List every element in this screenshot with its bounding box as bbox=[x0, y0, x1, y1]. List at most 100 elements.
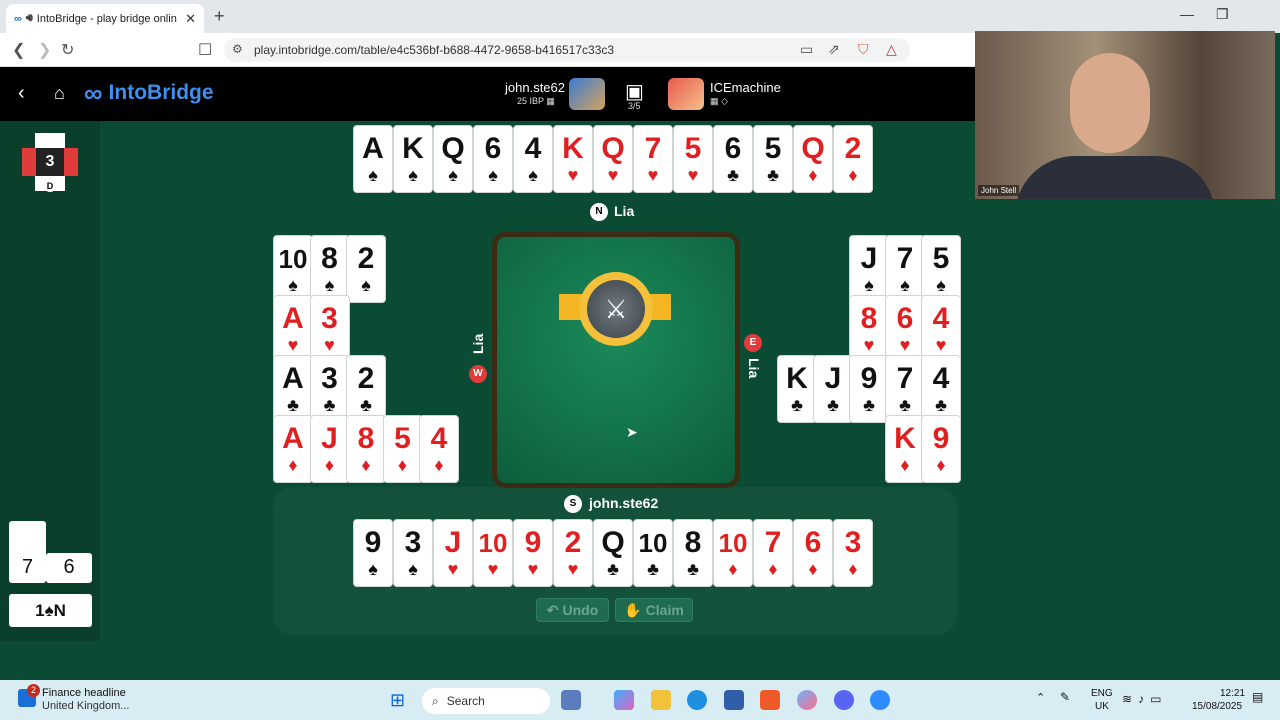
north-card[interactable]: 6 ♣ bbox=[713, 125, 753, 193]
east-card[interactable]: 6 ♥ bbox=[885, 295, 925, 363]
widgets-app-icon[interactable] bbox=[561, 690, 581, 710]
east-card[interactable]: 7 ♠ bbox=[885, 235, 925, 303]
north-card[interactable]: 6 ♠ bbox=[473, 125, 513, 193]
east-card[interactable]: 8 ♥ bbox=[849, 295, 889, 363]
west-card[interactable]: J ♦ bbox=[309, 415, 350, 483]
new-tab-icon[interactable]: + bbox=[214, 6, 225, 27]
copilot-icon[interactable] bbox=[614, 690, 634, 710]
player1-avatar[interactable] bbox=[569, 78, 605, 110]
discord-icon[interactable] bbox=[834, 690, 854, 710]
east-card[interactable]: 7 ♣ bbox=[885, 355, 925, 423]
edge-browser-icon[interactable] bbox=[687, 690, 707, 710]
play-area-felt[interactable] bbox=[492, 232, 740, 488]
north-card[interactable]: Q ♥ bbox=[593, 125, 633, 193]
south-card[interactable]: 9 ♠ bbox=[353, 519, 393, 587]
brand-logo[interactable]: ∞ IntoBridge bbox=[84, 80, 214, 106]
site-settings-icon[interactable]: ⚙ bbox=[232, 42, 243, 56]
video-feed[interactable] bbox=[975, 31, 1275, 199]
north-card[interactable]: K ♥ bbox=[553, 125, 593, 193]
south-card[interactable]: 9 ♥ bbox=[513, 519, 553, 587]
pen-icon[interactable]: ✎ bbox=[1060, 690, 1070, 704]
windows-start-icon[interactable]: ⊞ bbox=[390, 690, 405, 711]
store-icon[interactable] bbox=[724, 690, 744, 710]
south-card[interactable]: 10 ♥ bbox=[473, 519, 513, 587]
brave-shield-icon[interactable]: ⛉ bbox=[858, 41, 869, 58]
language-region[interactable]: UK bbox=[1095, 701, 1109, 712]
west-card[interactable]: 3 ♥ bbox=[309, 295, 350, 363]
north-card[interactable]: Q ♦ bbox=[793, 125, 833, 193]
north-card[interactable]: 5 ♣ bbox=[753, 125, 793, 193]
share-icon[interactable]: ⇗ bbox=[828, 41, 840, 58]
south-card[interactable]: 6 ♦ bbox=[793, 519, 833, 587]
east-card[interactable]: 4 ♥ bbox=[921, 295, 961, 363]
east-card[interactable]: K ♣ bbox=[777, 355, 817, 423]
cast-icon[interactable]: ▭ bbox=[800, 41, 813, 58]
east-card[interactable]: K ♦ bbox=[885, 415, 925, 483]
west-card[interactable]: 3 ♣ bbox=[309, 355, 350, 423]
back-icon[interactable]: ❮ bbox=[12, 40, 25, 60]
north-card[interactable]: 5 ♥ bbox=[673, 125, 713, 193]
card-suit: ♦ bbox=[848, 165, 858, 185]
news-subtitle[interactable]: United Kingdom... bbox=[42, 700, 129, 712]
news-headline[interactable]: Finance headline bbox=[42, 687, 126, 699]
east-card[interactable]: J ♣ bbox=[813, 355, 853, 423]
browser-tab[interactable]: ∞ 🔊︎ IntoBridge - play bridge onlin ✕ bbox=[6, 4, 204, 33]
south-card[interactable]: 3 ♠ bbox=[393, 519, 433, 587]
south-card[interactable]: 10 ♣ bbox=[633, 519, 673, 587]
language-indicator[interactable]: ENG bbox=[1091, 688, 1113, 699]
file-explorer-icon[interactable] bbox=[651, 690, 671, 710]
west-card[interactable]: A ♦ bbox=[273, 415, 313, 483]
zoom-icon[interactable] bbox=[870, 690, 890, 710]
west-card[interactable]: 2 ♣ bbox=[346, 355, 386, 423]
west-card[interactable]: 8 ♦ bbox=[346, 415, 386, 483]
north-card[interactable]: 7 ♥ bbox=[633, 125, 673, 193]
east-card[interactable]: 5 ♠ bbox=[921, 235, 961, 303]
home-icon[interactable]: ⌂ bbox=[54, 83, 65, 104]
player2-avatar[interactable] bbox=[668, 78, 704, 110]
east-card[interactable]: J ♠ bbox=[849, 235, 889, 303]
south-card[interactable]: J ♥ bbox=[433, 519, 473, 587]
west-card[interactable]: 8 ♠ bbox=[309, 235, 350, 303]
south-card[interactable]: 7 ♦ bbox=[753, 519, 793, 587]
north-card[interactable]: Q ♠ bbox=[433, 125, 473, 193]
brave-rewards-icon[interactable]: △ bbox=[886, 41, 897, 58]
bookmark-icon[interactable]: ☐ bbox=[198, 40, 212, 60]
south-card[interactable]: 2 ♥ bbox=[553, 519, 593, 587]
south-card[interactable]: 3 ♦ bbox=[833, 519, 873, 587]
brave-browser-icon[interactable] bbox=[760, 690, 780, 710]
west-card[interactable]: 10 ♠ bbox=[273, 235, 313, 303]
close-tab-icon[interactable]: ✕ bbox=[185, 11, 196, 27]
card-rank: 5 bbox=[684, 132, 702, 165]
south-card[interactable]: 10 ♦ bbox=[713, 519, 753, 587]
clock-date[interactable]: 15/08/2025 bbox=[1192, 701, 1242, 712]
east-card[interactable]: 9 ♣ bbox=[849, 355, 889, 423]
south-card[interactable]: 8 ♣ bbox=[673, 519, 713, 587]
tray-status-icons[interactable]: ≋♪▭ bbox=[1122, 692, 1167, 706]
west-card[interactable]: 2 ♠ bbox=[346, 235, 386, 303]
north-card[interactable]: K ♠ bbox=[393, 125, 433, 193]
tray-overflow-icon[interactable]: ⌃ bbox=[1036, 691, 1045, 704]
restore-icon[interactable]: ❐ bbox=[1216, 6, 1229, 23]
east-card[interactable]: 4 ♣ bbox=[921, 355, 961, 423]
north-card[interactable]: 2 ♦ bbox=[833, 125, 873, 193]
west-card[interactable]: A ♣ bbox=[273, 355, 313, 423]
notification-bell-icon[interactable]: ▤ bbox=[1252, 690, 1263, 704]
west-card[interactable]: A ♥ bbox=[273, 295, 313, 363]
taskbar-search[interactable]: ⌕ Search bbox=[422, 688, 550, 714]
clock-time[interactable]: 12:21 bbox=[1220, 688, 1245, 699]
speaker-icon: 🔊︎ bbox=[25, 12, 33, 24]
back-arrow-icon[interactable]: ‹ bbox=[18, 82, 25, 105]
forward-icon[interactable]: ❯ bbox=[38, 40, 51, 60]
south-card[interactable]: Q ♣ bbox=[593, 519, 633, 587]
reload-icon[interactable]: ↻ bbox=[61, 40, 74, 60]
paint-app-icon[interactable] bbox=[797, 690, 817, 710]
claim-button[interactable]: ✋ Claim bbox=[615, 598, 693, 622]
undo-button[interactable]: ↶ Undo bbox=[536, 598, 609, 622]
west-card[interactable]: 4 ♦ bbox=[419, 415, 459, 483]
north-card[interactable]: 4 ♠ bbox=[513, 125, 553, 193]
north-card[interactable]: A ♠ bbox=[353, 125, 393, 193]
card-suit: ♦ bbox=[808, 165, 818, 185]
west-card[interactable]: 5 ♦ bbox=[382, 415, 423, 483]
minimize-icon[interactable]: — bbox=[1180, 6, 1194, 22]
east-card[interactable]: 9 ♦ bbox=[921, 415, 961, 483]
